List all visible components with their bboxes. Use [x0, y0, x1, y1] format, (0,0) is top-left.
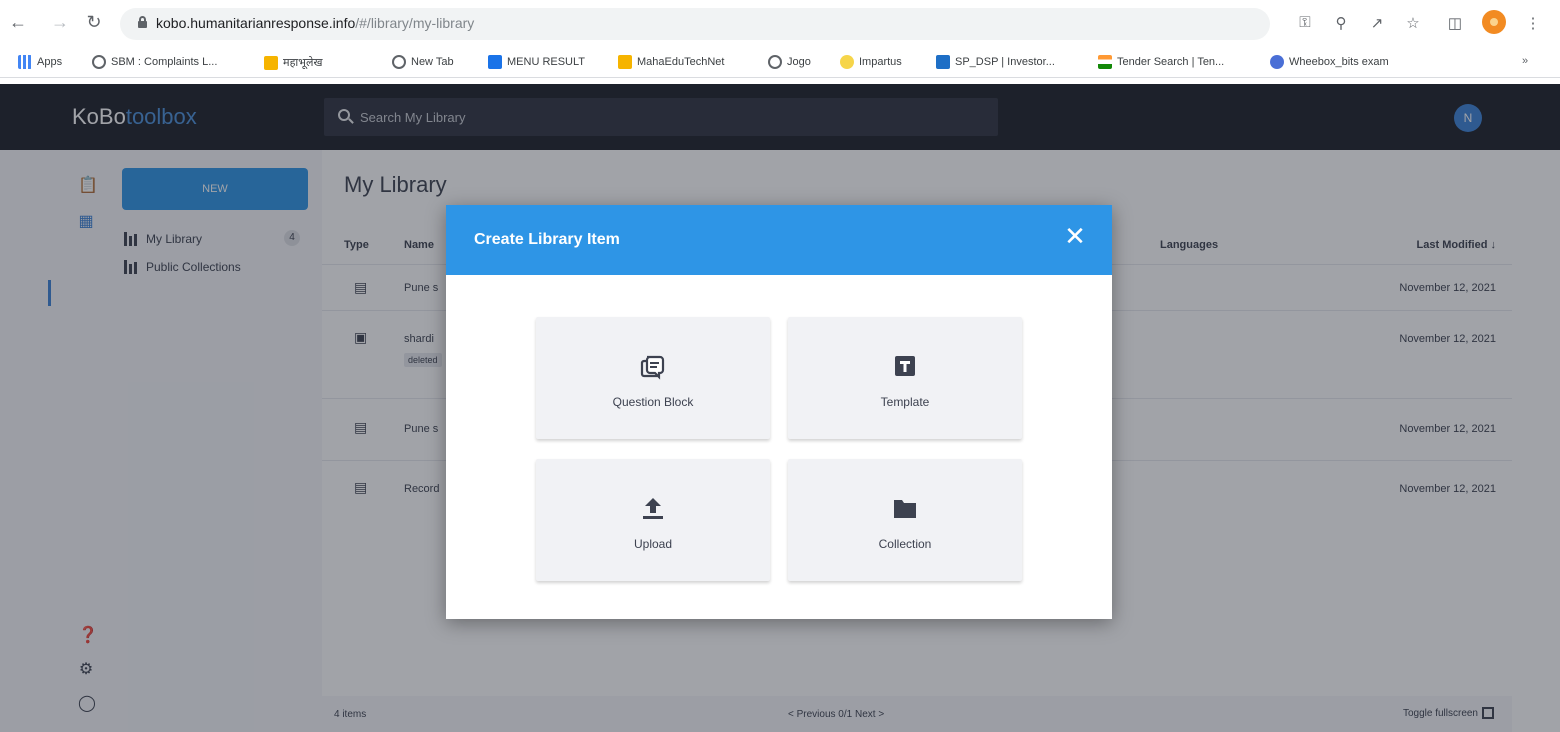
question-block-option[interactable]: Question Block: [536, 317, 770, 439]
bookmark-sbm[interactable]: SBM : Complaints L...: [92, 55, 217, 69]
browser-menu-icon[interactable]: ⋮: [1524, 14, 1542, 32]
folder-icon: [618, 55, 632, 69]
url-host: kobo.humanitarianresponse.info: [156, 15, 356, 31]
square-icon: [936, 55, 950, 69]
option-label: Question Block: [612, 395, 694, 409]
globe-icon: [392, 55, 406, 69]
globe-icon: [92, 55, 106, 69]
bookmark-tender-search[interactable]: Tender Search | Ten...: [1098, 55, 1224, 69]
lock-icon[interactable]: [138, 16, 147, 28]
browser-profile-icon[interactable]: [1482, 10, 1506, 34]
modal-header: Create Library Item ✕: [446, 205, 1112, 275]
url-text[interactable]: kobo.humanitarianresponse.info/#/library…: [156, 15, 474, 31]
bookmark-new-tab[interactable]: New Tab: [392, 55, 454, 69]
globe-icon: [768, 55, 782, 69]
close-icon[interactable]: ✕: [1060, 221, 1090, 251]
bookmark-label: महाभूलेख: [283, 57, 323, 69]
wheebox-icon: [1270, 55, 1284, 69]
bookmark-label: MahaEduTechNet: [637, 56, 725, 68]
bookmark-label: SBM : Complaints L...: [111, 56, 218, 68]
modal-title: Create Library Item: [474, 231, 620, 248]
bookmark-label: Wheebox_bits exam: [1289, 56, 1389, 68]
side-panel-icon[interactable]: ◫: [1446, 14, 1464, 32]
folder-icon: [894, 500, 916, 518]
bookmark-menu-result[interactable]: MENU RESULT: [488, 55, 585, 69]
bookmark-sp-dsp[interactable]: SP_DSP | Investor...: [936, 55, 1055, 69]
question-block-icon: [640, 355, 665, 380]
bookmark-label: Impartus: [859, 56, 902, 68]
flag-icon: [1098, 55, 1112, 69]
option-label: Collection: [878, 537, 932, 551]
forward-arrow-icon[interactable]: →: [50, 12, 70, 33]
collection-option[interactable]: Collection: [788, 459, 1022, 581]
share-icon[interactable]: ↗: [1368, 14, 1386, 32]
browser-toolbar: ← → ↻ kobo.humanitarianresponse.info/#/l…: [0, 0, 1560, 46]
bookmark-mahabhulekh[interactable]: महाभूलेख: [264, 55, 322, 70]
back-arrow-icon[interactable]: ←: [8, 12, 28, 33]
bookmark-label: Jogo: [787, 56, 811, 68]
template-icon: [895, 356, 915, 376]
reload-icon[interactable]: ↻: [84, 12, 104, 33]
bookmarks-bar: Apps SBM : Complaints L... महाभूलेख New …: [0, 46, 1560, 78]
option-label: Template: [880, 395, 930, 409]
upload-icon: [643, 498, 663, 519]
bookmark-wheebox[interactable]: Wheebox_bits exam: [1270, 55, 1389, 69]
bookmark-label: Tender Search | Ten...: [1117, 56, 1225, 68]
bookmark-label: New Tab: [411, 56, 454, 68]
bookmark-label: Apps: [37, 56, 63, 68]
url-path: /#/library/my-library: [355, 15, 475, 31]
option-label: Upload: [633, 537, 673, 551]
create-library-item-modal: Create Library Item ✕ Question Block Tem…: [446, 205, 1112, 619]
template-option[interactable]: Template: [788, 317, 1022, 439]
bookmark-mahaedutechnet[interactable]: MahaEduTechNet: [618, 55, 724, 69]
folder-icon: [264, 55, 278, 70]
upload-option[interactable]: Upload: [536, 459, 770, 581]
bookmarks-overflow-icon[interactable]: »: [1522, 55, 1528, 67]
zoom-icon[interactable]: ⚲: [1332, 14, 1350, 32]
bookmark-label: MENU RESULT: [507, 56, 586, 68]
bookmark-label: SP_DSP | Investor...: [955, 56, 1055, 68]
bookmark-star-icon[interactable]: ☆: [1404, 14, 1422, 32]
star-icon: [840, 55, 854, 69]
grid-icon: [488, 55, 502, 69]
password-key-icon[interactable]: ⚿: [1296, 14, 1314, 31]
bookmark-impartus[interactable]: Impartus: [840, 55, 902, 69]
bookmark-apps[interactable]: Apps: [18, 55, 62, 69]
apps-grid-icon: [18, 55, 32, 69]
bookmark-jogo[interactable]: Jogo: [768, 55, 811, 69]
